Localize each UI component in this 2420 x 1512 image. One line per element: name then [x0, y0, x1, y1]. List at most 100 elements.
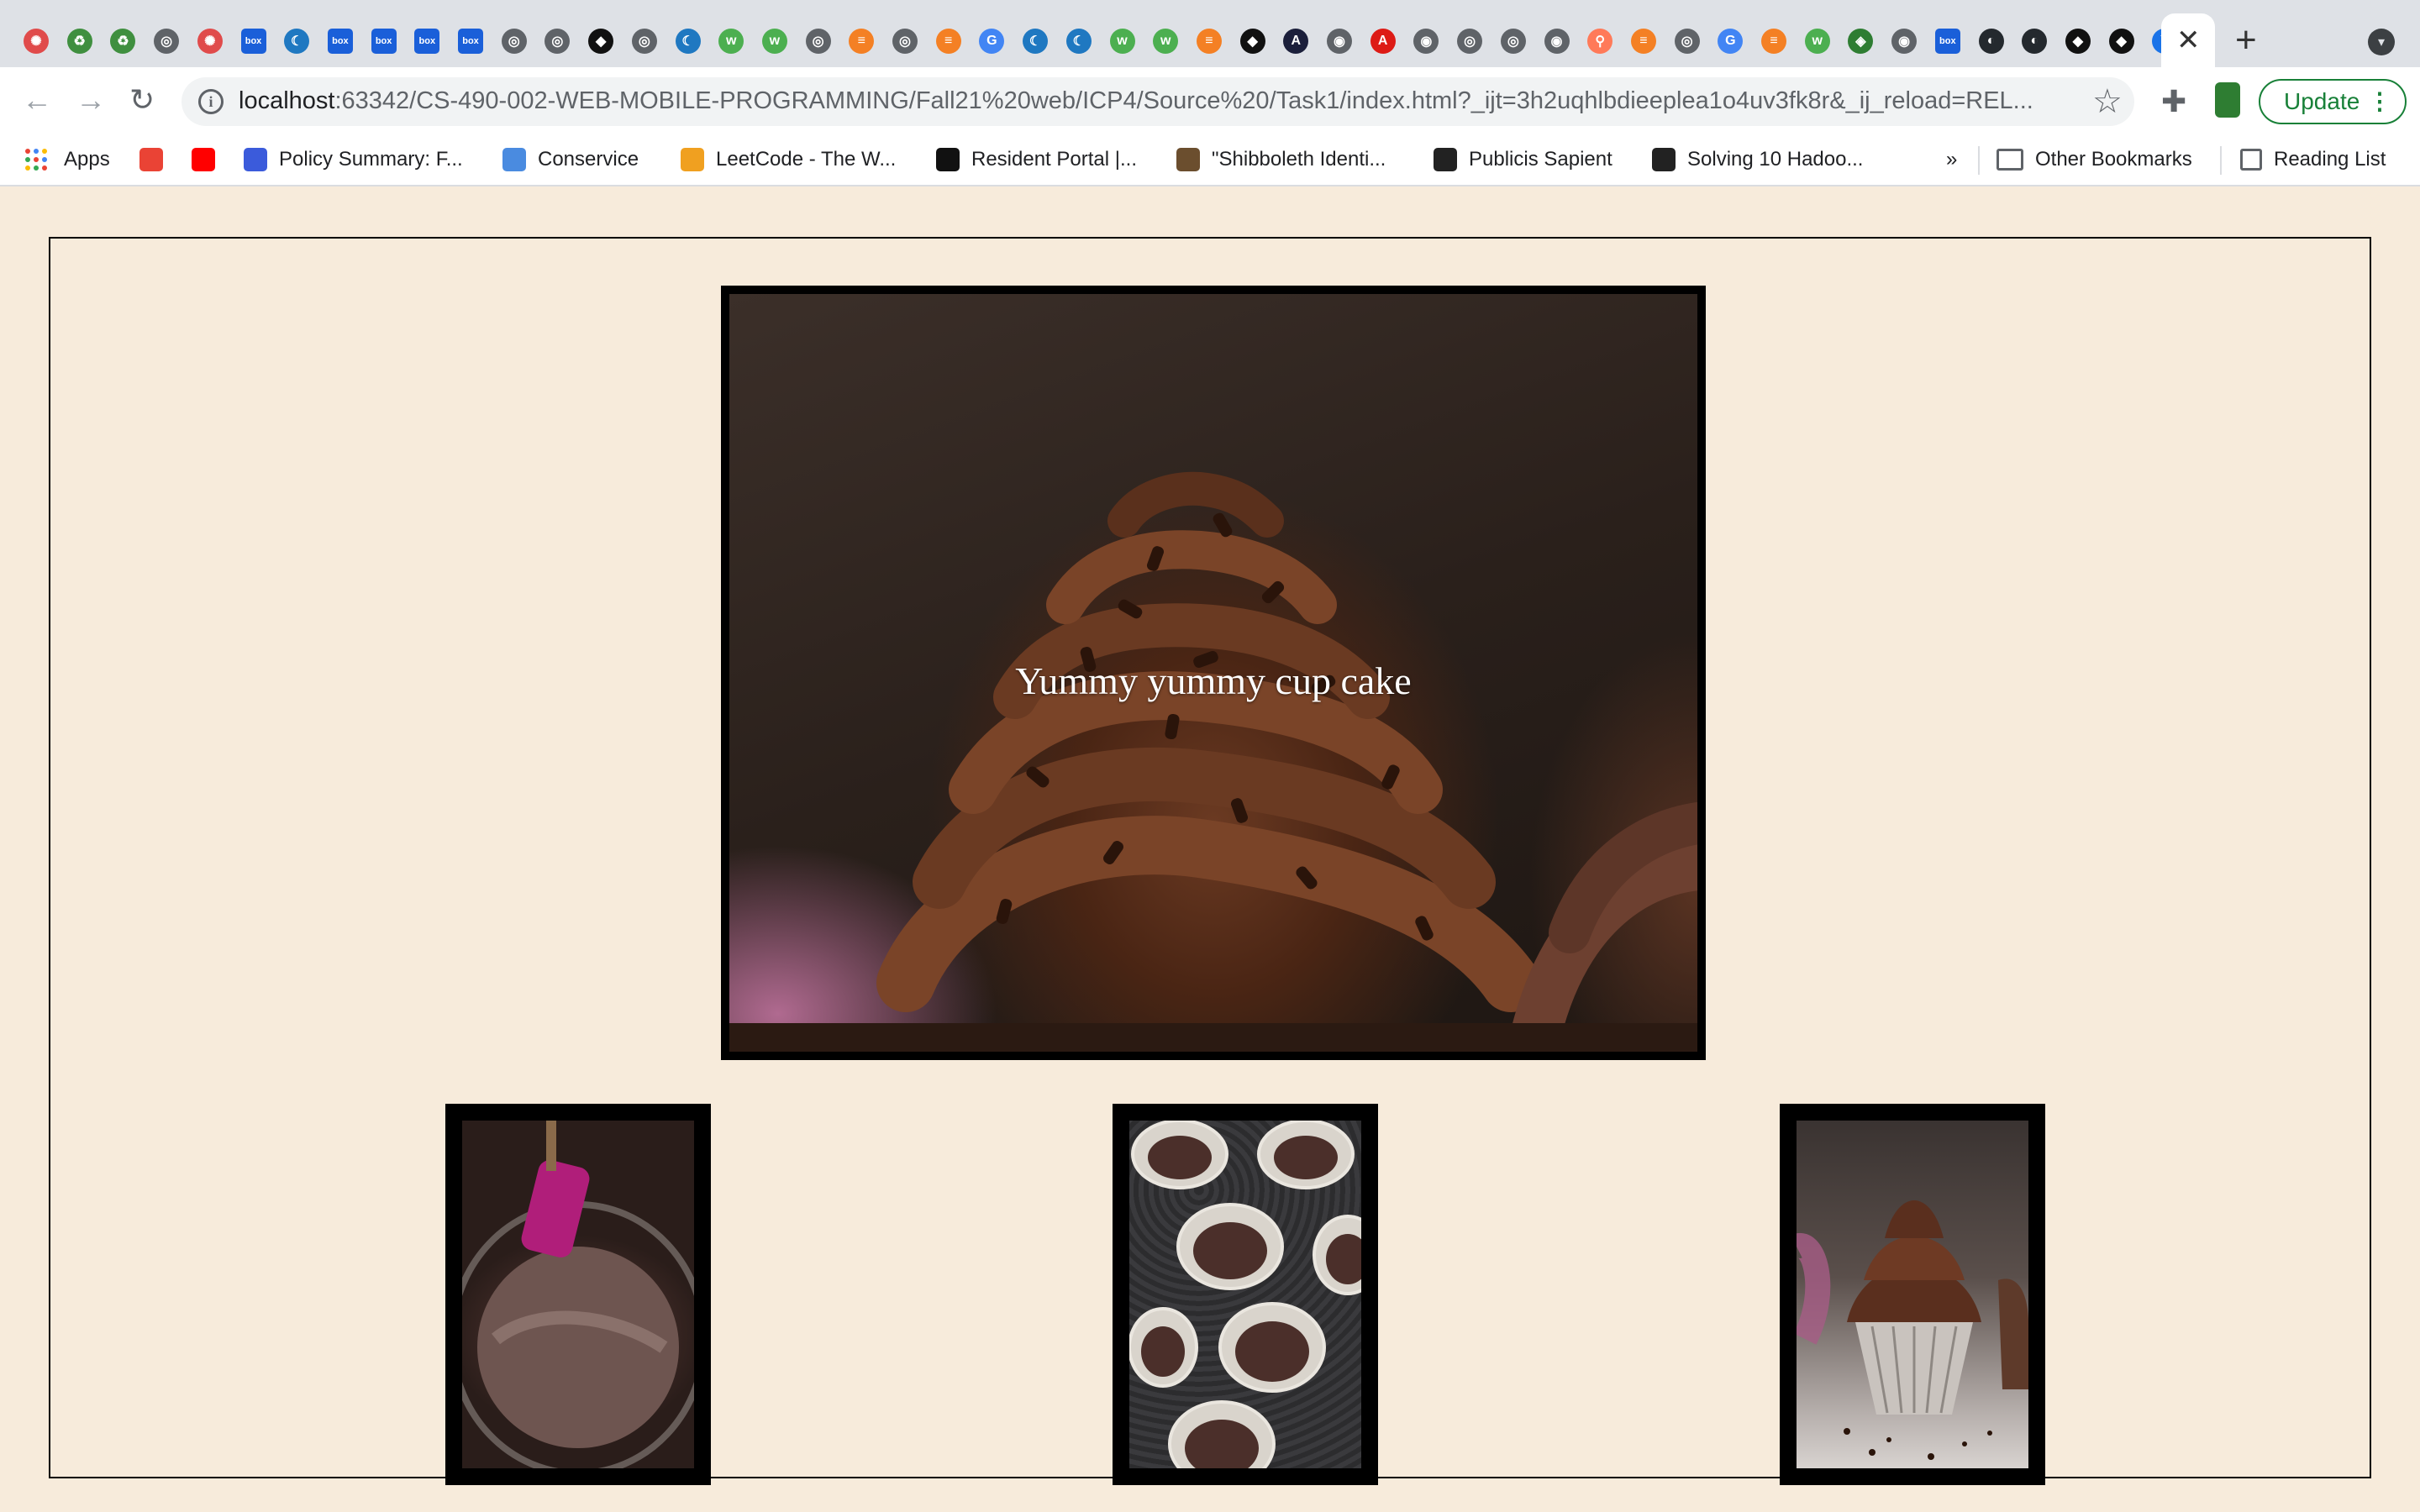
bookmark-label: Apps	[64, 148, 110, 171]
globe-icon[interactable]: ◎	[631, 29, 657, 54]
bookmark-item[interactable]: Resident Portal |...	[936, 144, 1137, 175]
globe-icon[interactable]: ◎	[892, 29, 918, 54]
globe-icon[interactable]: ◎	[805, 29, 831, 54]
cupcake-liners-tray-image	[1113, 1104, 1378, 1485]
box-icon[interactable]: box	[240, 29, 266, 54]
back-icon[interactable]: ←	[22, 79, 52, 121]
globe-icon[interactable]: ◎	[1500, 29, 1526, 54]
github-icon[interactable]: ◐	[1978, 29, 2004, 54]
bookmark-label: Solving 10 Hadoo...	[1687, 148, 1864, 171]
url-text[interactable]: localhost:63342/CS-490-002-WEB-MOBILE-PR…	[239, 87, 2087, 115]
content-frame: Yummy yummy cup cake	[49, 237, 2371, 1485]
w3schools-icon[interactable]: w	[761, 29, 787, 54]
globe-icon[interactable]: ◎	[1457, 29, 1483, 54]
bookmark-label: Other Bookmarks	[2035, 148, 2192, 171]
shibboleth-icon	[1176, 148, 1200, 171]
bookmarks-overflow-icon[interactable]: »	[1946, 144, 1957, 175]
jquery-icon[interactable]: ☾	[1065, 29, 1092, 54]
resident-portal-icon	[936, 148, 960, 171]
stackoverflow-icon[interactable]: ≡	[935, 29, 961, 54]
github-icon[interactable]: ◐	[2022, 29, 2048, 54]
w3schools-icon[interactable]: w	[1109, 29, 1135, 54]
bookmark-item[interactable]: Solving 10 Hadoo...	[1652, 144, 1863, 175]
house-icon	[502, 148, 526, 171]
update-button[interactable]: Update ⋮	[2259, 79, 2407, 124]
site-info-icon[interactable]: i	[198, 89, 224, 114]
bookmark-label: Conservice	[538, 148, 639, 171]
bookmark-item[interactable]	[192, 144, 227, 175]
bookmark-item[interactable]: Policy Summary: F...	[244, 144, 463, 175]
chrome-icon[interactable]: ◉	[1327, 29, 1352, 54]
asu-icon[interactable]: ✺	[197, 29, 223, 54]
bookmark-label: "Shibboleth Identi...	[1212, 148, 1386, 171]
url-host: localhost	[239, 87, 335, 114]
publicis-icon	[1434, 148, 1457, 171]
bookmark-item[interactable]: LeetCode - The W...	[681, 144, 896, 175]
publicis-icon	[1652, 148, 1676, 171]
leetcode-icon	[681, 148, 704, 171]
w3schools-icon[interactable]: w	[1804, 29, 1830, 54]
bookmark-label: Resident Portal |...	[971, 148, 1137, 171]
globe-icon[interactable]: ◎	[501, 29, 527, 54]
w3schools-icon[interactable]: w	[1153, 29, 1179, 54]
notion-icon[interactable]: ◆	[588, 29, 614, 54]
extensions-icon[interactable]: ✚	[2161, 84, 2186, 119]
policy-icon	[244, 148, 267, 171]
bookmark-label: Policy Summary: F...	[279, 148, 463, 171]
box-icon[interactable]: box	[414, 29, 440, 54]
box-icon[interactable]: box	[1934, 29, 1960, 54]
notion-icon[interactable]: ◆	[2065, 29, 2091, 54]
bookmark-item[interactable]: Publicis Sapient	[1434, 144, 1612, 175]
box-icon[interactable]: box	[458, 29, 483, 54]
bookmark-item[interactable]: Conservice	[502, 144, 639, 175]
stackoverflow-icon[interactable]: ≡	[1196, 29, 1222, 54]
new-tab-button[interactable]: +	[2235, 22, 2257, 59]
jquery-icon[interactable]: ☾	[284, 29, 310, 54]
bookmark-item[interactable]: "Shibboleth Identi...	[1176, 144, 1386, 175]
box-icon[interactable]: box	[371, 29, 397, 54]
bookmark-apps[interactable]: Apps	[25, 144, 110, 175]
stackoverflow-icon[interactable]: ≡	[1761, 29, 1786, 54]
globe-icon[interactable]: ◎	[154, 29, 180, 54]
bookmark-label: LeetCode - The W...	[716, 148, 897, 171]
profile-avatar[interactable]	[2215, 82, 2240, 118]
jquery-icon[interactable]: ☾	[1023, 29, 1049, 54]
menu-icon[interactable]: ⋮	[2368, 81, 2391, 123]
tab-search-icon[interactable]: ▾	[2368, 29, 2395, 55]
hero-caption: Yummy yummy cup cake	[1015, 659, 1412, 702]
recycle-icon[interactable]: ♻	[66, 29, 92, 54]
asu-icon[interactable]: ✺	[24, 29, 49, 54]
bookmark-item[interactable]	[139, 144, 175, 175]
reading-list[interactable]: Reading List	[2240, 144, 2386, 175]
forward-icon[interactable]: →	[76, 79, 106, 121]
angular-icon[interactable]: A	[1370, 29, 1396, 54]
update-label: Update	[2284, 88, 2360, 114]
other-bookmarks-folder[interactable]: Other Bookmarks	[1996, 144, 2192, 175]
bookmark-star-icon[interactable]: ☆	[2092, 82, 2123, 121]
page-viewport: Yummy yummy cup cake	[0, 186, 2420, 1512]
stackoverflow-icon[interactable]: ≡	[1630, 29, 1656, 54]
batter-illustration	[462, 1121, 694, 1468]
bookmark-label: Reading List	[2274, 148, 2386, 171]
close-tab-icon[interactable]: ✕	[2176, 25, 2201, 55]
cupcake-illustration	[1797, 1200, 2028, 1460]
globe-icon[interactable]: ◎	[1674, 29, 1700, 54]
hubspot-icon[interactable]: ⚲	[1587, 29, 1613, 54]
notion-icon[interactable]: ◆	[2108, 29, 2134, 54]
tray-illustration	[1129, 1121, 1361, 1468]
frosted-cupcake-image	[1780, 1104, 2045, 1485]
gmail-icon	[139, 148, 163, 171]
notion-icon[interactable]: ◆	[1239, 29, 1265, 54]
bookmarks-divider	[2220, 146, 2222, 175]
url-path: :63342/CS-490-002-WEB-MOBILE-PROGRAMMING…	[334, 87, 2033, 114]
hero-cupcake-image: Yummy yummy cup cake	[721, 286, 1706, 1060]
reading-list-icon	[2240, 149, 2262, 171]
jquery-icon[interactable]: ☾	[675, 29, 701, 54]
box-icon[interactable]: box	[327, 29, 353, 54]
reload-icon[interactable]: ↻	[129, 79, 155, 121]
chrome-icon[interactable]: ◉	[1544, 29, 1570, 54]
chrome-icon[interactable]: ◉	[1891, 29, 1918, 54]
bookmark-label: Publicis Sapient	[1469, 148, 1612, 171]
apps-grid-icon	[25, 149, 47, 171]
w3schools-icon[interactable]: w	[718, 29, 744, 54]
